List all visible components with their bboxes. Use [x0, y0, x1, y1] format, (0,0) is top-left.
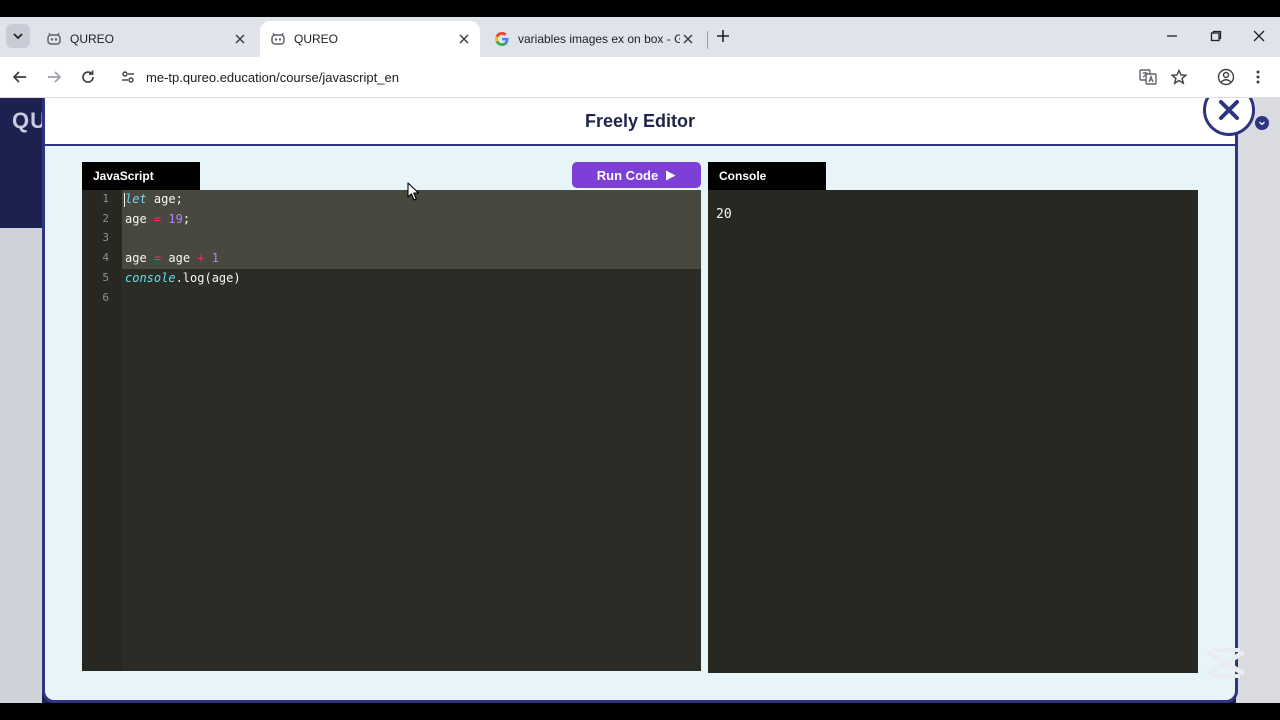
code-line: let age; — [125, 192, 183, 206]
site-settings-icon[interactable] — [118, 67, 138, 87]
screen-top-border — [0, 0, 1280, 17]
more-vertical-icon — [1256, 70, 1260, 84]
translate-button[interactable] — [1138, 67, 1158, 87]
javascript-tab[interactable]: JavaScript — [82, 162, 200, 190]
tab-title: QUREO — [70, 32, 115, 46]
background-grid-right — [1236, 98, 1280, 703]
line-number: 2 — [102, 211, 109, 225]
restore-icon — [1210, 30, 1222, 42]
code-token: + — [197, 251, 205, 266]
code-token: 19 — [168, 211, 183, 226]
qureo-favicon-icon — [270, 31, 286, 47]
line-number: 1 — [102, 192, 109, 205]
forward-button[interactable] — [42, 65, 66, 89]
minimize-button[interactable] — [1160, 25, 1184, 47]
restore-button[interactable] — [1204, 25, 1228, 47]
modal-header: Freely Editor — [45, 98, 1235, 146]
code-token: age — [125, 211, 154, 226]
code-line: console.log(age) — [125, 271, 241, 285]
console-tab[interactable]: Console — [708, 162, 826, 190]
close-icon — [1219, 100, 1239, 120]
menu-button[interactable] — [1248, 67, 1268, 87]
code-line: age = age + 1 — [125, 251, 219, 265]
minimize-icon — [1167, 35, 1177, 37]
code-token: age — [125, 251, 154, 266]
page-content: QU Freely Editor JavaScript Run Code Con… — [0, 98, 1280, 703]
mouse-pointer-icon — [407, 182, 420, 201]
code-token: let — [125, 192, 147, 206]
new-tab-button[interactable] — [712, 25, 734, 47]
qureo-favicon-icon — [46, 31, 62, 47]
translate-icon — [1139, 69, 1157, 85]
freely-editor-modal: Freely Editor JavaScript Run Code Consol… — [42, 98, 1269, 703]
bookmark-button[interactable] — [1169, 67, 1189, 87]
line-number: 5 — [102, 270, 109, 284]
back-button[interactable] — [8, 65, 32, 89]
line-number: 6 — [102, 290, 109, 304]
tab-search-button[interactable] — [6, 24, 30, 48]
code-token: age; — [146, 192, 183, 206]
chevron-down-icon[interactable] — [1255, 116, 1269, 130]
code-token: .log(age) — [175, 270, 241, 285]
modal-title: Freely Editor — [584, 110, 696, 131]
reload-button[interactable] — [76, 65, 100, 89]
star-icon — [1171, 69, 1187, 85]
run-code-label: Run Code — [596, 167, 659, 183]
run-code-button[interactable]: Run Code — [572, 162, 701, 188]
profile-button[interactable] — [1216, 67, 1236, 87]
code-token: console — [125, 270, 176, 285]
close-tab-icon[interactable] — [456, 31, 472, 47]
code-token: ; — [182, 211, 191, 226]
close-icon — [1253, 30, 1265, 42]
arrow-right-icon — [48, 71, 62, 83]
close-tab-icon[interactable] — [232, 31, 248, 47]
console-panel: 20 — [708, 190, 1198, 673]
plus-icon — [717, 30, 729, 42]
browser-tab-1[interactable]: QUREO — [36, 21, 256, 57]
browser-tab-strip: QUREO QUREO variables images ex on box -… — [0, 17, 1280, 57]
code-token: age — [161, 251, 198, 266]
browser-tab-2[interactable]: QUREO — [260, 21, 480, 57]
arrow-left-icon — [12, 71, 26, 83]
close-tab-icon[interactable] — [680, 31, 696, 47]
browser-tab-3[interactable]: variables images ex on box - Google — [484, 21, 704, 57]
tab-title: QUREO — [294, 32, 339, 46]
tab-separator — [707, 31, 708, 49]
code-editor[interactable]: 123456 let age; age = 19; age = age + 1 con… — [82, 190, 701, 671]
console-output: 20 — [716, 207, 732, 222]
line-number-gutter: 1 2 3 4 5 6 — [82, 190, 122, 671]
capcut-watermark-icon — [1206, 648, 1246, 678]
close-window-button[interactable] — [1247, 25, 1271, 47]
line-number: 3 — [102, 231, 109, 245]
tab-title: variables images ex on box - Google — [518, 32, 680, 46]
reload-icon — [82, 70, 94, 83]
code-token: 1 — [211, 251, 219, 266]
background-grid-left — [0, 228, 42, 703]
account-icon — [1217, 68, 1235, 86]
google-favicon-icon — [494, 31, 510, 47]
url-text: me-tp.qureo.education/course/javascript_… — [146, 69, 399, 85]
address-bar[interactable]: me-tp.qureo.education/course/javascript_… — [110, 62, 1200, 92]
chevron-down-icon — [13, 33, 23, 40]
code-line: age = 19; — [125, 212, 190, 226]
browser-toolbar: me-tp.qureo.education/course/javascript_… — [0, 57, 1280, 98]
text-cursor — [124, 193, 125, 207]
play-icon — [666, 170, 676, 180]
line-number: 4 — [102, 251, 109, 265]
screen-bottom-border — [0, 703, 1280, 720]
